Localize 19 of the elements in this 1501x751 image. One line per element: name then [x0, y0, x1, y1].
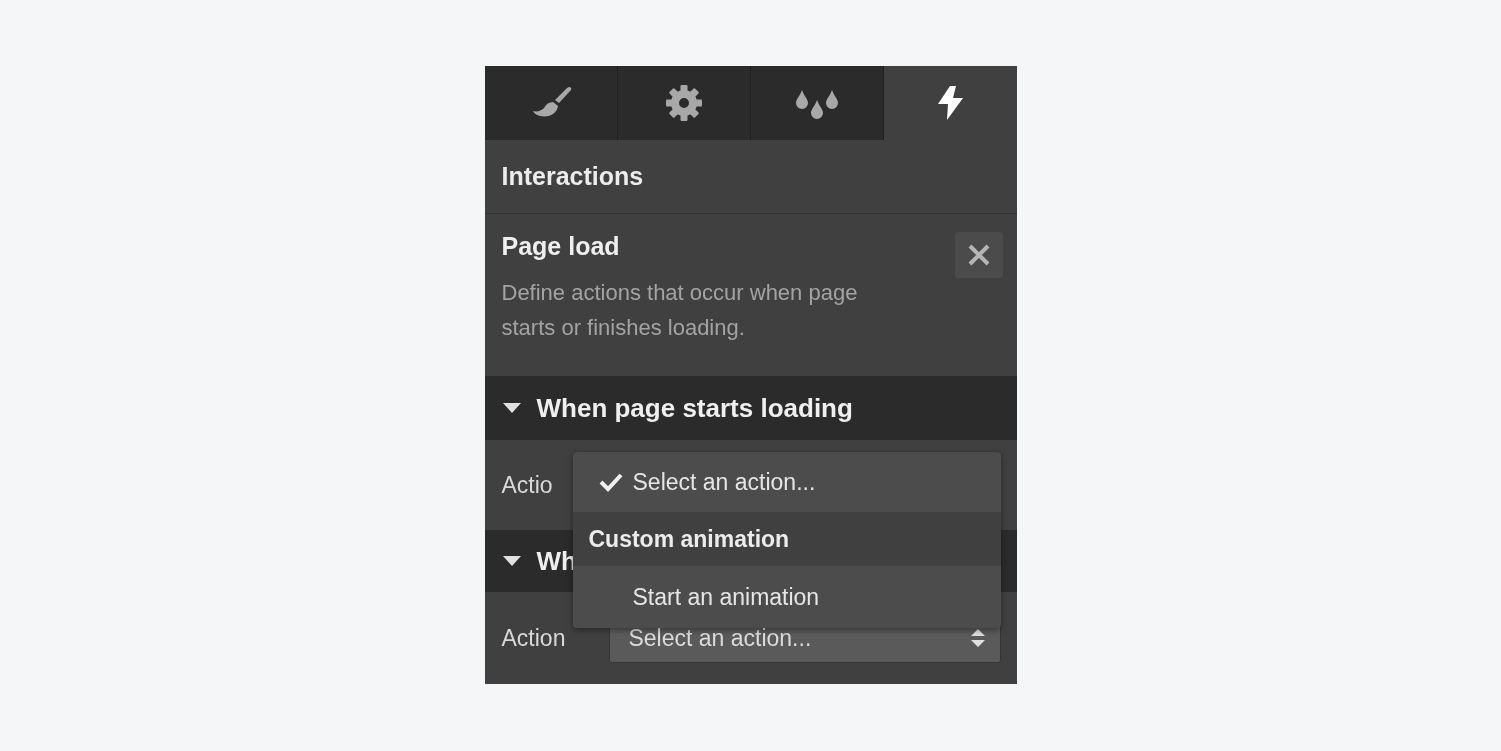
caret-icon: [502, 555, 521, 567]
panel-tab[interactable]: [617, 66, 751, 140]
lightning-icon: [936, 86, 965, 120]
close-icon: [966, 243, 991, 267]
close-button[interactable]: [954, 232, 1003, 278]
trigger-title: Page load: [501, 232, 621, 261]
gear-icon: [664, 84, 703, 122]
action-label: Action: [501, 624, 566, 652]
panel-tab[interactable]: [751, 66, 885, 140]
checkmark-icon: [598, 472, 623, 492]
menu-option[interactable]: Select an action...: [572, 452, 1001, 512]
caret-icon: [502, 402, 521, 414]
menu-group-heading: Custom animation: [572, 512, 1001, 566]
action-label: Actio: [501, 471, 553, 499]
trigger-description: Define actions that occur when page starts or finishes loading.: [501, 279, 859, 342]
section-header[interactable]: When page starts loading: [484, 376, 1017, 440]
up-down-caret-icon: [969, 628, 986, 648]
panel-tab[interactable]: [484, 66, 618, 140]
panel-title: Interactions: [501, 162, 644, 191]
